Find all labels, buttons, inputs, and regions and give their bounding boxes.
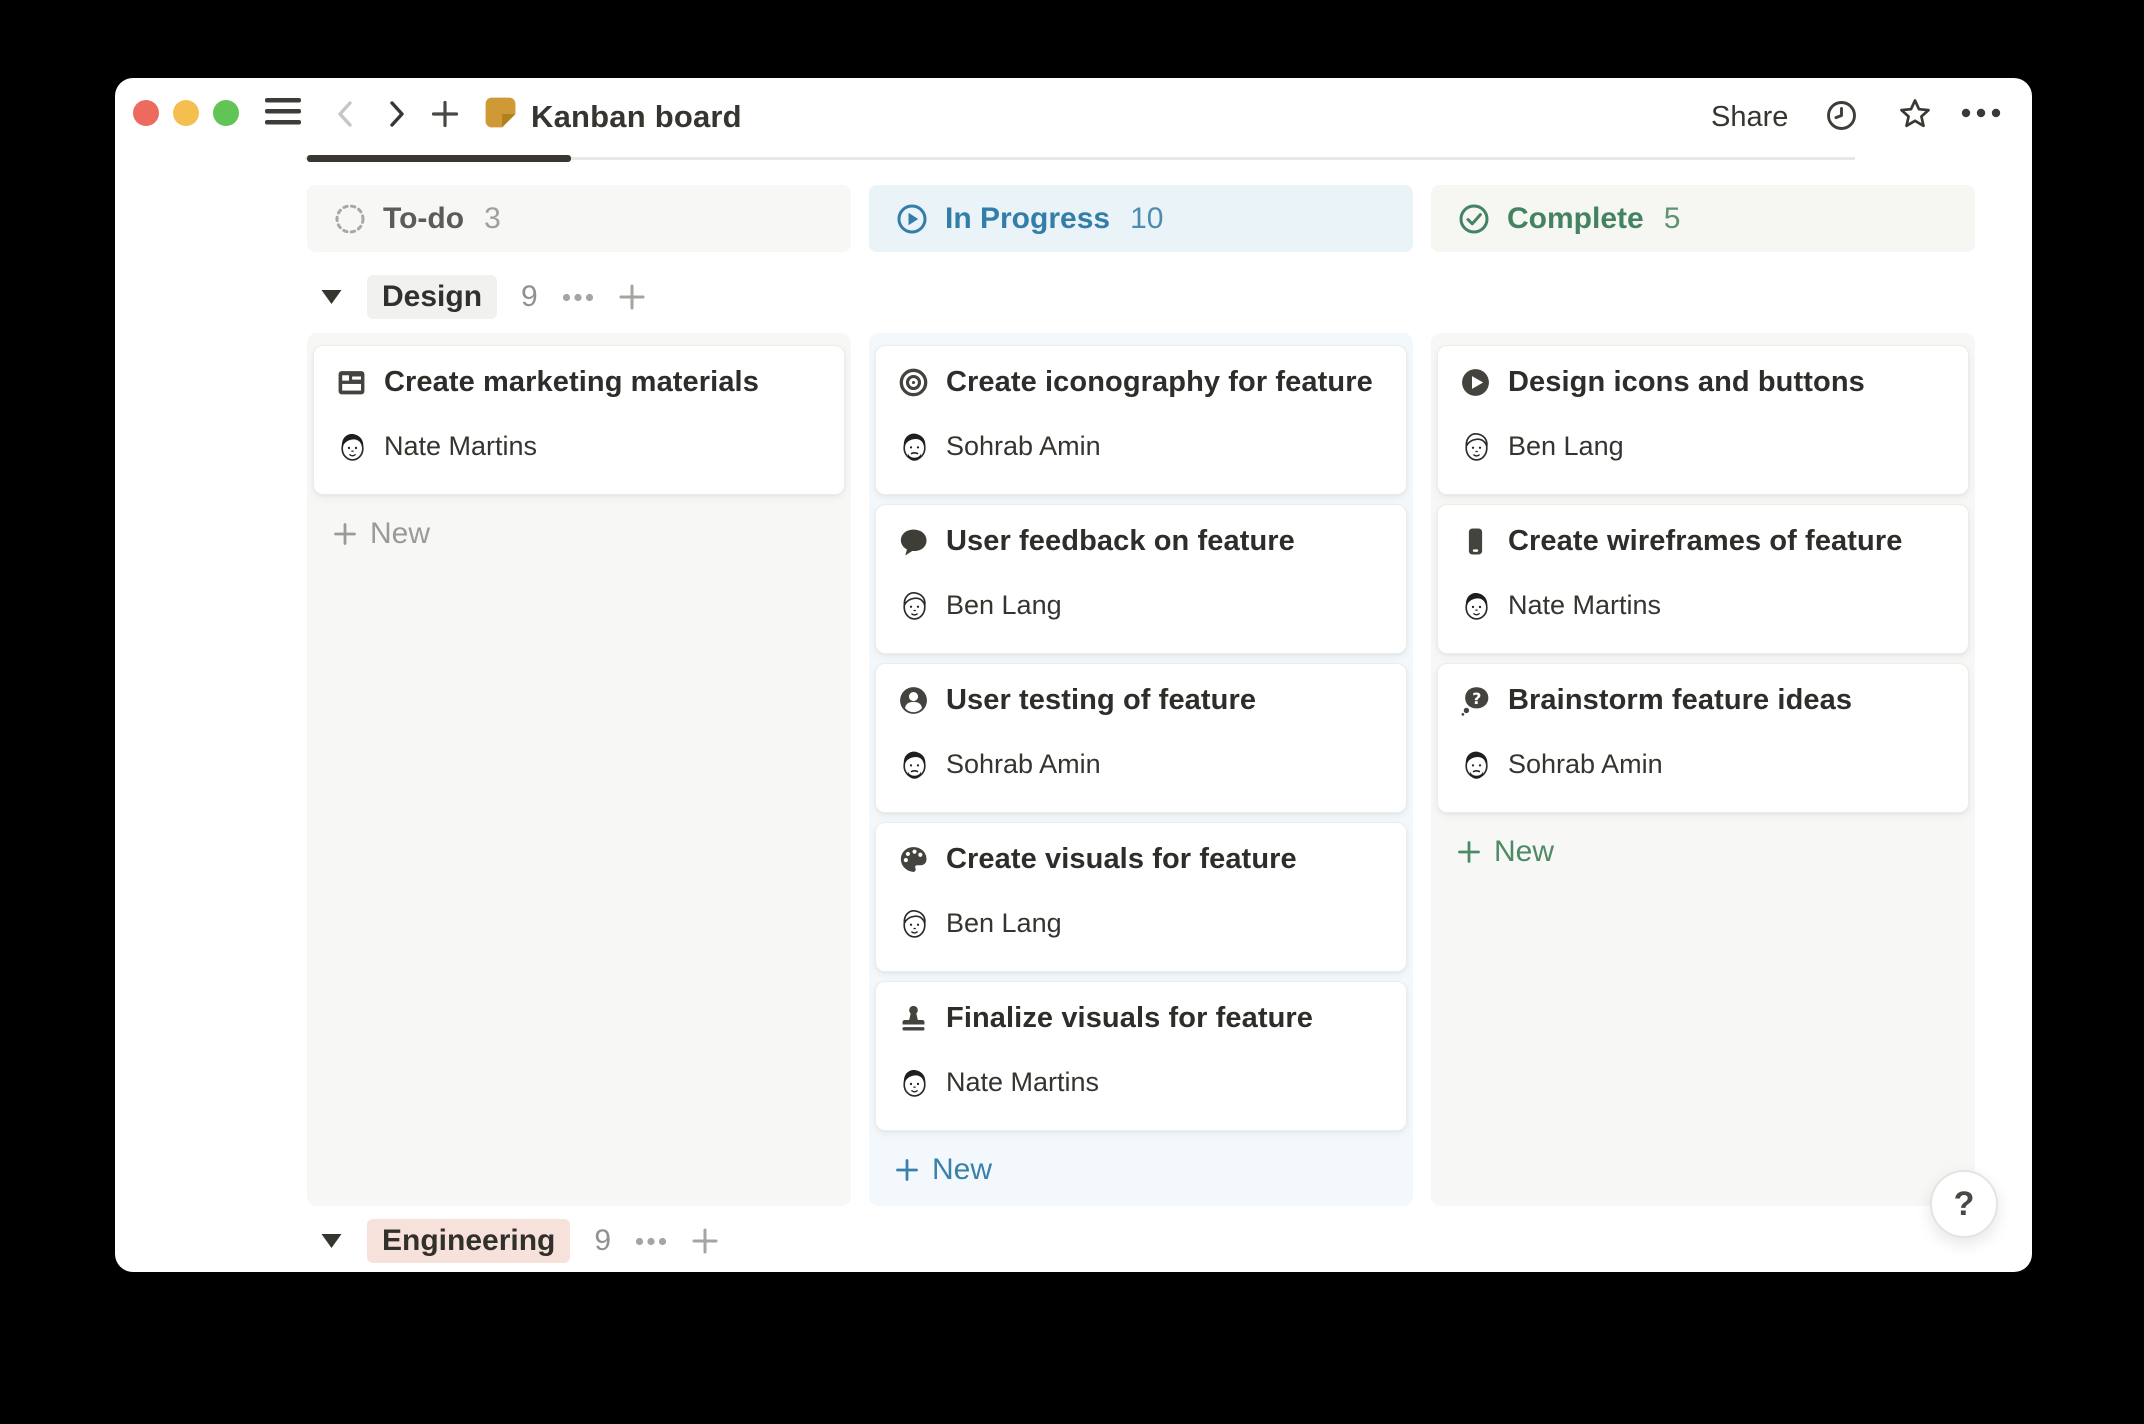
status-label: To-do (383, 202, 464, 236)
svg-text:?: ? (1472, 689, 1481, 708)
more-options-ellipsis-icon[interactable] (1961, 108, 2001, 118)
check-circle-icon (1457, 202, 1491, 236)
group-count: 9 (594, 1224, 611, 1258)
card[interactable]: Create visuals for feature Ben Lang (875, 822, 1407, 972)
group-add-plus-icon[interactable] (618, 283, 646, 311)
hamburger-menu-icon[interactable] (265, 98, 301, 125)
card[interactable]: Finalize visuals for feature Nate Martin… (875, 981, 1407, 1131)
assignee-name: Nate Martins (946, 1067, 1099, 1098)
card[interactable]: User feedback on feature Ben Lang (875, 504, 1407, 654)
history-clock-icon[interactable] (1825, 99, 1858, 132)
avatar-nate-martins (336, 430, 369, 463)
card-title: Brainstorm feature ideas (1508, 684, 1852, 717)
play-circle-icon (1460, 367, 1491, 398)
group-tag-engineering[interactable]: Engineering (367, 1219, 570, 1263)
assignee-name: Ben Lang (946, 908, 1062, 939)
avatar-nate-martins (1460, 589, 1493, 622)
traffic-zoom-button[interactable] (213, 100, 239, 126)
card[interactable]: Create iconography for feature Sohrab Am… (875, 345, 1407, 495)
ad-layout-icon (336, 367, 367, 398)
status-label: Complete (1507, 202, 1644, 236)
traffic-minimize-button[interactable] (173, 100, 199, 126)
group-tag-design[interactable]: Design (367, 275, 497, 319)
status-header-todo[interactable]: To-do 3 (307, 185, 851, 252)
new-card-button[interactable]: New (313, 504, 845, 564)
collapse-triangle-icon[interactable] (320, 288, 343, 306)
new-card-button[interactable]: New (1437, 822, 1969, 882)
avatar-sohrab-amin (898, 430, 931, 463)
status-count: 5 (1664, 202, 1681, 236)
speech-bubble-icon (898, 526, 929, 557)
avatar-sohrab-amin (898, 748, 931, 781)
traffic-close-button[interactable] (133, 100, 159, 126)
scroll-indicator (307, 155, 571, 162)
group-menu-ellipsis-icon[interactable] (635, 1237, 667, 1246)
card[interactable]: Design icons and buttons Ben Lang (1437, 345, 1969, 495)
app-window: Kanban board Share To-do 3 In Progress 1… (115, 78, 2032, 1272)
question-mark: ? (1954, 1185, 1975, 1224)
thought-question-icon: ? (1460, 685, 1491, 716)
avatar-nate-martins (898, 1066, 931, 1099)
help-button[interactable]: ? (1930, 1170, 1998, 1238)
card[interactable]: ? Brainstorm feature ideas Sohrab Amin (1437, 663, 1969, 813)
status-header-complete[interactable]: Complete 5 (1431, 185, 1975, 252)
play-circle-outline-icon (895, 202, 929, 236)
assignee-name: Ben Lang (1508, 431, 1624, 462)
card-title: Create visuals for feature (946, 843, 1297, 876)
avatar-sohrab-amin (1460, 748, 1493, 781)
assignee-name: Sohrab Amin (946, 431, 1101, 462)
status-count: 10 (1130, 202, 1163, 236)
person-circle-icon (898, 685, 929, 716)
page-title: Kanban board (531, 99, 742, 135)
status-header-in-progress[interactable]: In Progress 10 (869, 185, 1413, 252)
status-count: 3 (484, 202, 501, 236)
column-in-progress: Create iconography for feature Sohrab Am… (869, 333, 1413, 1206)
card-title: Finalize visuals for feature (946, 1002, 1313, 1035)
card[interactable]: User testing of feature Sohrab Amin (875, 663, 1407, 813)
column-complete: Design icons and buttons Ben Lang Create… (1431, 333, 1975, 1206)
group-menu-ellipsis-icon[interactable] (562, 293, 594, 302)
mobile-phone-icon (1460, 526, 1491, 557)
card-title: User testing of feature (946, 684, 1256, 717)
forward-chevron-icon[interactable] (381, 99, 411, 129)
new-page-plus-icon[interactable] (430, 99, 460, 129)
card-title: Design icons and buttons (1508, 366, 1865, 399)
back-chevron-icon[interactable] (331, 99, 361, 129)
card-title: Create marketing materials (384, 366, 759, 399)
assignee-name: Sohrab Amin (946, 749, 1101, 780)
new-label: New (1494, 835, 1554, 869)
card-title: Create iconography for feature (946, 366, 1373, 399)
assignee-name: Sohrab Amin (1508, 749, 1663, 780)
group-row-design: Design 9 (320, 274, 646, 320)
card[interactable]: Create wireframes of feature Nate Martin… (1437, 504, 1969, 654)
assignee-name: Nate Martins (1508, 590, 1661, 621)
bullseye-icon (898, 367, 929, 398)
column-todo: Create marketing materials Nate Martins … (307, 333, 851, 1206)
share-button[interactable]: Share (1711, 101, 1788, 134)
card-title: User feedback on feature (946, 525, 1295, 558)
favorite-star-icon[interactable] (1898, 97, 1932, 131)
status-label: In Progress (945, 202, 1110, 236)
stamp-icon (898, 1003, 929, 1034)
assignee-name: Ben Lang (946, 590, 1062, 621)
card-title: Create wireframes of feature (1508, 525, 1902, 558)
card[interactable]: Create marketing materials Nate Martins (313, 345, 845, 495)
collapse-triangle-icon[interactable] (320, 1232, 343, 1250)
page-note-icon (483, 95, 518, 130)
assignee-name: Nate Martins (384, 431, 537, 462)
avatar-ben-lang (1460, 430, 1493, 463)
palette-icon (898, 844, 929, 875)
new-label: New (370, 517, 430, 551)
dashed-circle-icon (333, 202, 367, 236)
group-row-engineering: Engineering 9 (320, 1218, 719, 1264)
avatar-ben-lang (898, 589, 931, 622)
new-card-button[interactable]: New (875, 1140, 1407, 1200)
group-count: 9 (521, 280, 538, 314)
avatar-ben-lang (898, 907, 931, 940)
group-add-plus-icon[interactable] (691, 1227, 719, 1255)
new-label: New (932, 1153, 992, 1187)
